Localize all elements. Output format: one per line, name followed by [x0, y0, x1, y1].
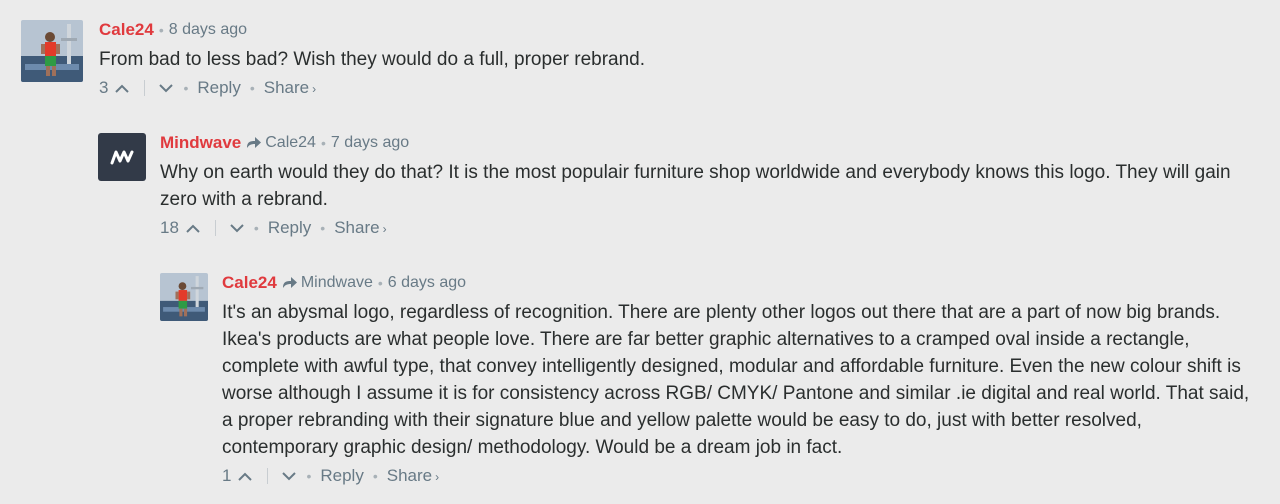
share-label: Share — [263, 78, 310, 97]
reply-button[interactable]: Reply — [268, 218, 311, 238]
comment-text: From bad to less bad? Wish they would do… — [99, 49, 646, 70]
reply-to-author[interactable]: Cale24 — [265, 133, 316, 153]
reply-to-author[interactable]: Mindwave — [301, 273, 373, 293]
chevron-right-icon: › — [435, 470, 440, 484]
mindwave-logo-icon — [110, 150, 134, 165]
comment-meta: Cale24 • 8 days ago — [99, 20, 645, 40]
separator-dot: • — [249, 80, 255, 96]
separator-dot: • — [320, 220, 326, 236]
comment: Mindwave Cale24 • 7 days ago Why on eart… — [98, 133, 1258, 239]
chevron-down-icon[interactable] — [158, 82, 174, 94]
chevron-down-icon[interactable] — [229, 222, 245, 234]
reply-button[interactable]: Reply — [197, 78, 240, 98]
separator-dot: • — [320, 135, 326, 151]
comment-meta: Cale24 Mindwave • 6 days ago — [222, 273, 1262, 293]
comment: Cale24 • 8 days ago From bad to less bad… — [21, 20, 1261, 99]
separator-dot: • — [253, 220, 259, 236]
comment-thread: Cale24 • 8 days ago From bad to less bad… — [0, 0, 1280, 504]
chevron-up-icon[interactable] — [114, 82, 130, 94]
comment: Cale24 Mindwave • 6 days ago It's an aby… — [160, 273, 1265, 487]
share-button[interactable]: Share › — [387, 466, 439, 486]
reply-button[interactable]: Reply — [320, 466, 363, 486]
avatar[interactable] — [21, 20, 83, 82]
vote-count: 18 — [160, 218, 179, 237]
timestamp[interactable]: 7 days ago — [331, 133, 409, 153]
comment-actions: 1 • Reply • Share › — [222, 465, 1262, 487]
separator-dot: • — [372, 468, 378, 484]
avatar[interactable] — [98, 133, 146, 181]
chevron-down-icon[interactable] — [281, 470, 297, 482]
author-name[interactable]: Cale24 — [99, 20, 154, 40]
separator-dot: • — [183, 80, 189, 96]
vote-count: 3 — [99, 78, 109, 97]
surfer-photo-icon — [21, 20, 83, 82]
vote-count: 1 — [222, 466, 232, 485]
separator-dot: • — [158, 22, 164, 38]
comment-actions: 18 • Reply • Share › — [160, 217, 1250, 239]
comment-text: Why on earth would they do that? It is t… — [160, 162, 1231, 210]
comment-meta: Mindwave Cale24 • 7 days ago — [160, 133, 1250, 153]
reply-arrow-icon — [246, 136, 262, 150]
surfer-photo-icon — [160, 273, 208, 321]
comment-actions: 3 • Reply • Share › — [99, 77, 645, 99]
author-name[interactable]: Cale24 — [222, 273, 277, 293]
chevron-up-icon[interactable] — [237, 470, 253, 482]
vote-divider — [144, 80, 146, 96]
chevron-right-icon: › — [312, 82, 317, 96]
avatar[interactable] — [160, 273, 208, 321]
separator-dot: • — [306, 468, 312, 484]
share-button[interactable]: Share › — [264, 78, 316, 98]
share-label: Share — [386, 466, 433, 485]
chevron-right-icon: › — [382, 222, 387, 236]
chevron-up-icon[interactable] — [185, 222, 201, 234]
comment-text: It's an abysmal logo, regardless of reco… — [222, 302, 1250, 458]
share-label: Share — [334, 218, 380, 237]
share-button[interactable]: Share › — [334, 218, 386, 238]
vote-divider — [267, 468, 269, 484]
vote-divider — [214, 220, 216, 236]
timestamp[interactable]: 6 days ago — [388, 273, 466, 293]
separator-dot: • — [377, 275, 383, 291]
author-name[interactable]: Mindwave — [160, 133, 241, 153]
timestamp[interactable]: 8 days ago — [169, 20, 247, 40]
reply-arrow-icon — [282, 276, 298, 290]
